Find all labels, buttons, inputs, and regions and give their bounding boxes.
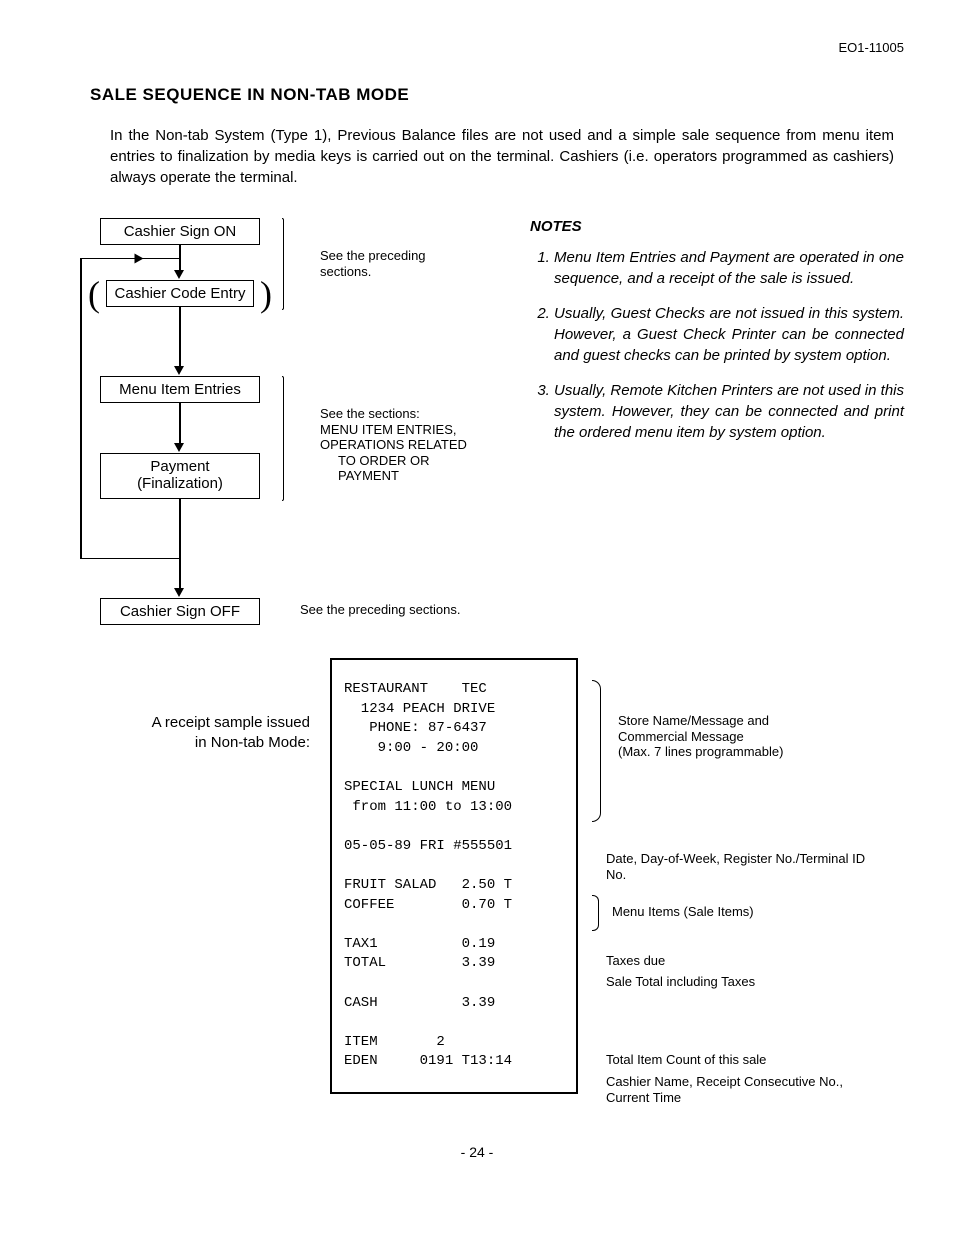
annot-preceding-l2: sections.: [320, 264, 426, 280]
receipt-label-l1: A receipt sample issued: [110, 713, 310, 733]
receipt-l8: [344, 817, 564, 837]
receipt-l2: 1234 PEACH DRIVE: [344, 700, 564, 720]
flowchart: Cashier Sign ON ( Cashier Code Entry ) M…: [80, 218, 290, 648]
rannot-taxes: Taxes due: [606, 953, 866, 969]
paren-left-icon: (: [88, 276, 100, 312]
section-title: SALE SEQUENCE IN NON-TAB MODE: [90, 85, 904, 105]
rannot-itemcount: Total Item Count of this sale: [606, 1052, 866, 1068]
note-1: Menu Item Entries and Payment are operat…: [554, 247, 904, 289]
paren-right-icon: ): [260, 276, 272, 312]
receipt-l11: FRUIT SALAD 2.50 T: [344, 876, 564, 896]
flow-step-payment-l2: (Finalization): [107, 475, 253, 492]
receipt-l4: 9:00 - 20:00: [344, 739, 564, 759]
receipt-label-l2: in Non-tab Mode:: [110, 733, 310, 753]
rannot-header-l3: (Max. 7 lines programmable): [618, 744, 878, 760]
receipt-l6: SPECIAL LUNCH MENU: [344, 778, 564, 798]
annot-sections-l1: See the sections:: [320, 406, 467, 422]
receipt-l10: [344, 856, 564, 876]
receipt-l3: PHONE: 87-6437: [344, 719, 564, 739]
receipt-label: A receipt sample issued in Non-tab Mode:: [110, 658, 310, 752]
receipt-sample: RESTAURANT TEC 1234 PEACH DRIVE PHONE: 8…: [330, 658, 578, 1094]
receipt-row: A receipt sample issued in Non-tab Mode:…: [110, 658, 904, 1094]
notes-section: NOTES Menu Item Entries and Payment are …: [530, 218, 904, 457]
flow-step-menu-entries: Menu Item Entries: [100, 376, 260, 403]
flow-step-signon: Cashier Sign ON: [100, 218, 260, 245]
annot-signoff: See the preceding sections.: [300, 602, 520, 618]
annot-sections-l2: MENU ITEM ENTRIES,: [320, 422, 467, 438]
rannot-cashier: Cashier Name, Receipt Consecutive No., C…: [606, 1074, 866, 1105]
receipt-l5: [344, 758, 564, 778]
intro-paragraph: In the Non-tab System (Type 1), Previous…: [110, 125, 894, 188]
annot-sections-l5: PAYMENT: [320, 468, 467, 484]
receipt-l18: [344, 1013, 564, 1033]
annot-preceding-l1: See the preceding: [320, 248, 426, 264]
receipt-l12: COFFEE 0.70 T: [344, 896, 564, 916]
receipt-l20: EDEN 0191 T13:14: [344, 1052, 564, 1072]
receipt-l9: 05-05-89 FRI #555501: [344, 837, 564, 857]
note-3: Usually, Remote Kitchen Printers are not…: [554, 380, 904, 443]
page-number: - 24 -: [50, 1144, 904, 1160]
receipt-l15: TOTAL 3.39: [344, 954, 564, 974]
receipt-l13: [344, 915, 564, 935]
receipt-l16: [344, 974, 564, 994]
notes-title: NOTES: [530, 218, 904, 235]
main-row: Cashier Sign ON ( Cashier Code Entry ) M…: [80, 218, 904, 648]
annot-sections-l3: OPERATIONS RELATED: [320, 437, 467, 453]
flow-step-payment-l1: Payment: [107, 458, 253, 475]
flow-annotations: See the preceding sections. See the sect…: [320, 218, 500, 648]
receipt-l17: CASH 3.39: [344, 994, 564, 1014]
rannot-items: Menu Items (Sale Items): [612, 904, 872, 920]
rannot-header-l1: Store Name/Message and: [618, 713, 878, 729]
receipt-l14: TAX1 0.19: [344, 935, 564, 955]
rannot-header-l2: Commercial Message: [618, 729, 878, 745]
note-2: Usually, Guest Checks are not issued in …: [554, 303, 904, 366]
document-id: EO1-11005: [50, 40, 904, 55]
receipt-l7: from 11:00 to 13:00: [344, 798, 564, 818]
annot-sections-l4: TO ORDER OR: [320, 453, 467, 469]
receipt-l1: RESTAURANT TEC: [344, 680, 564, 700]
flow-step-code-entry: Cashier Code Entry: [106, 280, 254, 307]
rannot-total: Sale Total including Taxes: [606, 974, 866, 990]
receipt-l19: ITEM 2: [344, 1033, 564, 1053]
flow-step-payment: Payment (Finalization): [100, 453, 260, 499]
flow-step-signoff: Cashier Sign OFF: [100, 598, 260, 625]
rannot-date: Date, Day-of-Week, Register No./Terminal…: [606, 851, 866, 882]
